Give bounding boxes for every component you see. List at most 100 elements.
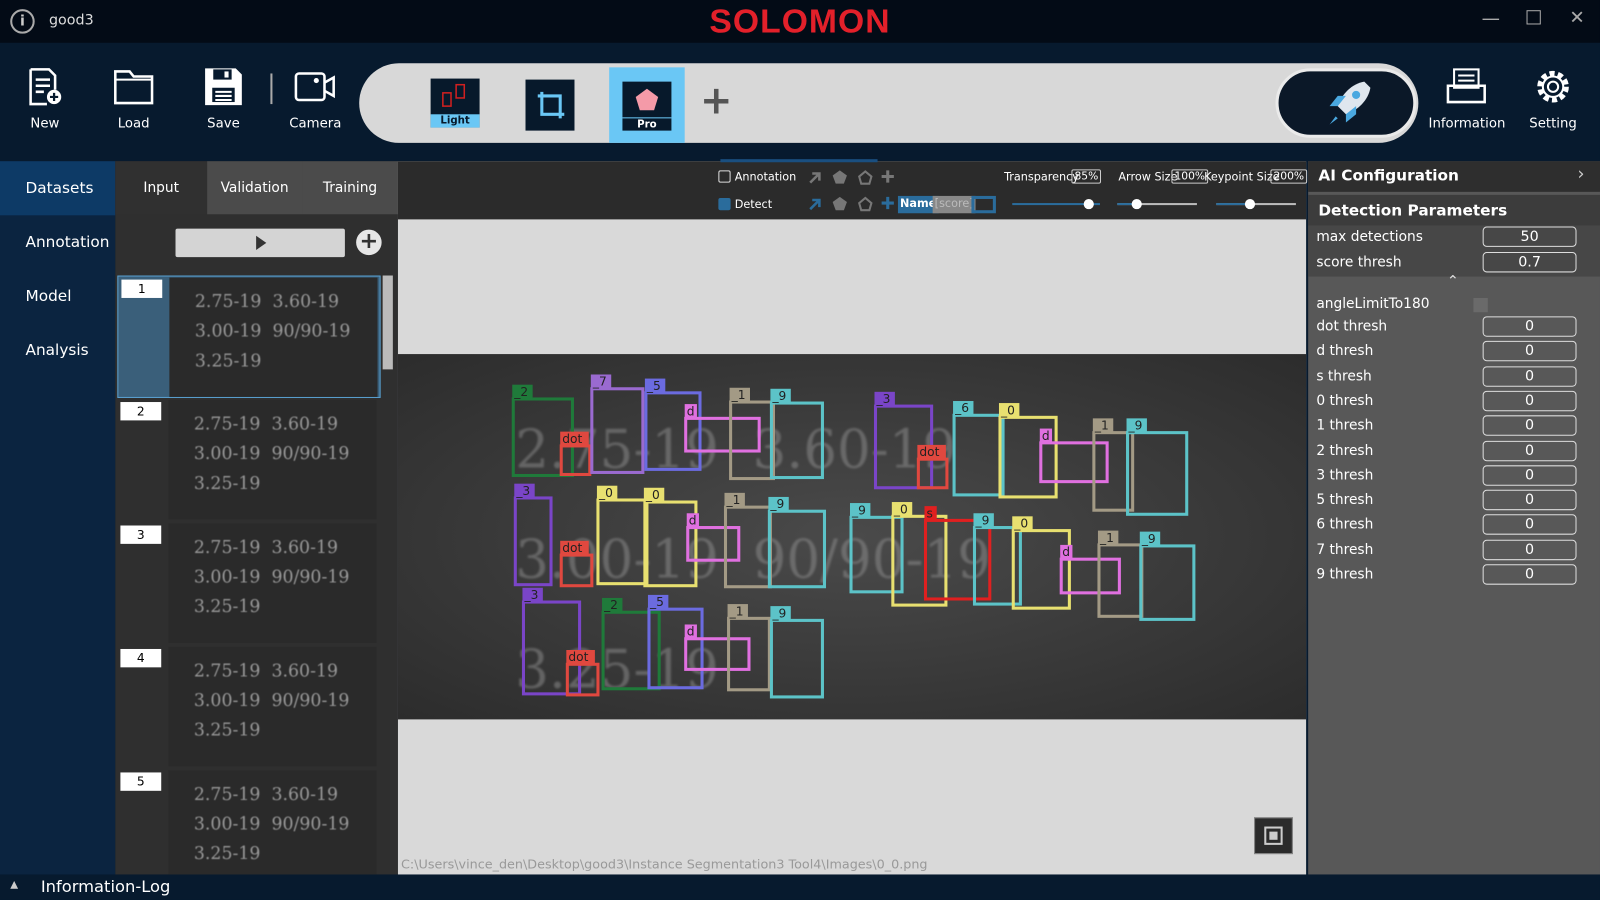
threshold-input[interactable]: 0 [1482, 539, 1577, 560]
detection-box[interactable]: _9 [1139, 531, 1196, 621]
thumbnail-number: 2 [120, 402, 162, 421]
threshold-row: 9 thresh 0 [1308, 563, 1600, 587]
polygon-outline-icon [858, 170, 873, 185]
annotation-checkbox[interactable] [718, 170, 731, 183]
run-button[interactable] [1275, 68, 1417, 138]
threshold-input[interactable]: 0 [1482, 365, 1577, 387]
collapse-icon[interactable]: ⌃ [1447, 273, 1459, 289]
keypoint-size-slider[interactable] [1216, 198, 1296, 210]
angle-checkbox[interactable] [1473, 297, 1488, 313]
thumbnail-item[interactable]: 4 2.75-19 3.60-19 3.00-19 90/90-19 3.25-… [117, 646, 380, 768]
detect-checkbox[interactable] [718, 197, 731, 211]
detection-label: _0 [598, 486, 613, 500]
nav-analysis[interactable]: Analysis [0, 323, 115, 377]
chevron-right-icon[interactable]: › [1578, 164, 1585, 184]
thumbnail-item[interactable]: 3 2.75-19 3.60-19 3.00-19 90/90-19 3.25-… [117, 522, 380, 644]
threshold-input[interactable]: 0 [1482, 489, 1577, 511]
load-button[interactable]: Load [98, 67, 169, 132]
threshold-input[interactable]: 0 [1482, 564, 1577, 585]
threshold-input[interactable]: 0 [1482, 440, 1577, 461]
information-button[interactable]: Information [1429, 67, 1505, 132]
box-toggle[interactable] [971, 195, 996, 214]
new-button[interactable]: New [9, 67, 80, 132]
add-image-button[interactable]: + [356, 229, 382, 256]
detection-box[interactable]: _9 [769, 606, 824, 699]
main-toolbar: New Load Save Camera Light Pro + Informa… [0, 42, 1600, 162]
information-log[interactable]: Information-Log [41, 877, 171, 896]
play-button[interactable] [175, 228, 345, 258]
detection-box[interactable]: _0 [891, 502, 948, 607]
detection-label: _3 [515, 484, 530, 498]
detection-box[interactable]: _6 [952, 401, 1005, 497]
detection-box[interactable]: _1 [723, 492, 772, 589]
expand-log-icon[interactable]: ▲ [10, 880, 18, 891]
threshold-input[interactable]: 0 [1482, 415, 1577, 436]
detection-box[interactable]: dot [559, 431, 592, 477]
mode-light-button[interactable]: Light [430, 78, 480, 128]
image-path: C:\Users\vince_den\Desktop\good3\Instanc… [401, 856, 928, 872]
detection-box[interactable]: d [1039, 428, 1109, 484]
detection-label: _9 [771, 606, 786, 620]
transparency-slider[interactable] [1012, 198, 1100, 210]
transparency-value[interactable]: 85% [1071, 169, 1102, 184]
threshold-input[interactable]: 0 [1482, 390, 1577, 412]
mode-pro-button[interactable]: Pro [609, 67, 685, 143]
threshold-row: dot thresh 0 [1308, 315, 1600, 339]
close-icon[interactable]: ✕ [1569, 7, 1584, 28]
shape-toggles[interactable] [806, 168, 898, 215]
detection-box[interactable]: _5 [644, 378, 702, 471]
param-input[interactable]: 50 [1482, 226, 1577, 247]
detection-box[interactable]: _2 [601, 597, 661, 691]
add-mode-button[interactable]: + [700, 78, 732, 123]
scrollbar[interactable] [382, 275, 393, 370]
detection-box[interactable]: _7 [590, 374, 645, 474]
detection-box[interactable]: _9 [767, 496, 827, 589]
detection-box[interactable]: _1 [729, 387, 775, 481]
detection-box[interactable]: d [684, 404, 761, 453]
threshold-input[interactable]: 0 [1482, 316, 1577, 337]
save-button[interactable]: Save [188, 67, 259, 132]
setting-button[interactable]: Setting [1517, 67, 1588, 132]
tab-input[interactable]: Input [115, 161, 208, 215]
detection-box[interactable]: _3 [513, 483, 553, 587]
minimize-icon[interactable]: — [1482, 8, 1500, 29]
nav-model[interactable]: Model [0, 269, 115, 323]
fit-view-button[interactable] [1254, 817, 1293, 855]
score-toggle[interactable]: [score] [932, 195, 976, 214]
detection-box[interactable]: _9 [1126, 418, 1189, 516]
tab-validation[interactable]: Validation [207, 161, 303, 215]
new-file-icon [29, 68, 62, 106]
detection-box[interactable]: _2 [511, 384, 574, 478]
detection-box[interactable]: d [684, 624, 751, 671]
param-input[interactable]: 0.7 [1482, 252, 1577, 273]
detection-image[interactable]: 2.75-19 3.60-19 3.00-19 90/90-19 3.25-19… [397, 354, 1307, 720]
maximize-icon[interactable] [1526, 10, 1541, 25]
camera-button[interactable]: Camera [280, 67, 351, 132]
threshold-input[interactable]: 0 [1482, 465, 1577, 486]
detection-box[interactable]: _3 [873, 391, 934, 490]
keypoint-size-value[interactable]: 200% [1270, 169, 1308, 184]
config-header: AI Configuration › [1308, 161, 1600, 192]
detection-box[interactable]: _3 [521, 587, 582, 696]
detection-box[interactable]: _5 [647, 594, 704, 690]
nav-annotation[interactable]: Annotation [0, 215, 115, 269]
arrow-size-value[interactable]: 100% [1171, 169, 1209, 184]
detection-label: d [1042, 429, 1050, 443]
thumbnail-item[interactable]: 1 2.75-19 3.60-19 3.00-19 90/90-19 3.25-… [117, 275, 381, 398]
thumbnail-item[interactable]: 5 2.75-19 3.60-19 3.00-19 90/90-19 3.25-… [117, 769, 380, 891]
arrow-size-slider[interactable] [1117, 198, 1197, 210]
detection-box[interactable]: _9 [769, 388, 824, 480]
nav-datasets[interactable]: Datasets [0, 161, 116, 216]
thumbnail-item[interactable]: 2 2.75-19 3.60-19 3.00-19 90/90-19 3.25-… [117, 399, 380, 521]
logo: SOLOMON [709, 2, 891, 40]
mode-crop-button[interactable] [525, 79, 575, 131]
threshold-input[interactable]: 0 [1482, 341, 1577, 362]
detection-box[interactable]: dot [565, 649, 600, 697]
detection-box[interactable]: dot [559, 540, 594, 588]
rocket-icon [1329, 81, 1371, 125]
detection-label: _0 [893, 502, 908, 516]
image-viewer[interactable]: Annotation Detect Name [score] Transpare… [397, 159, 1308, 875]
threshold-input[interactable]: 0 [1482, 514, 1577, 536]
detection-box[interactable]: _0 [596, 485, 649, 586]
tab-training[interactable]: Training [302, 161, 398, 215]
